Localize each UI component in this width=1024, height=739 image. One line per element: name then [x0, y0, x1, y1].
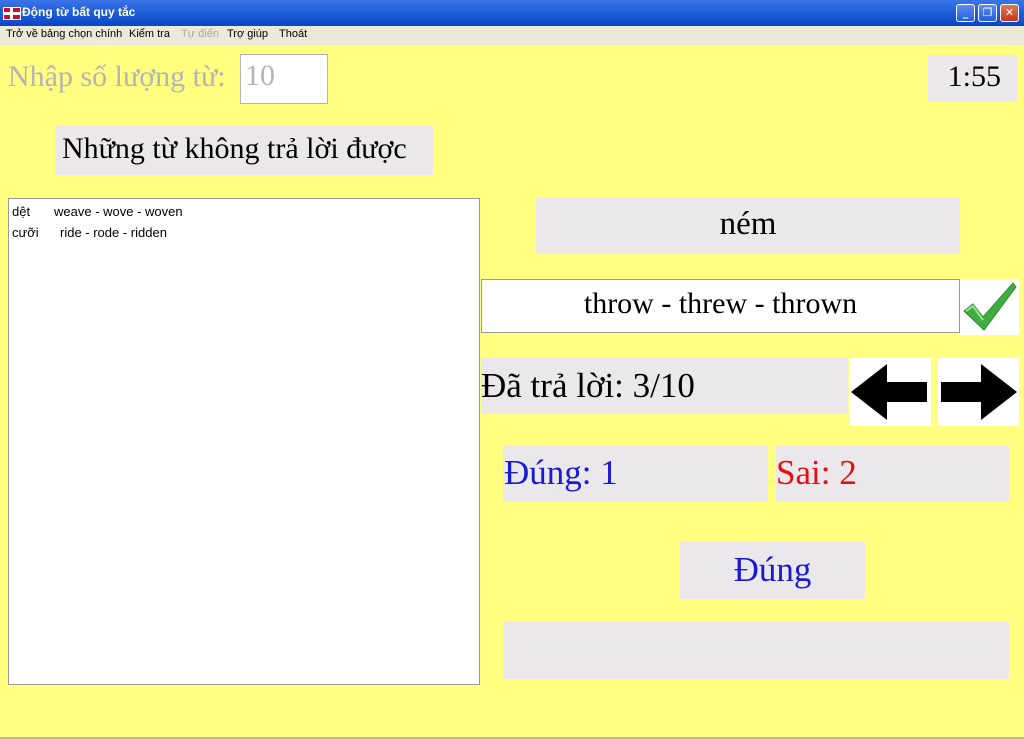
wrong-count-box: Sai: 2 [776, 446, 1009, 502]
menu-help[interactable]: Trợ giúp [227, 28, 268, 40]
progress-box: Đã trả lời: 3/10 [481, 358, 848, 414]
menu-dictionary[interactable]: Tự điển [181, 28, 219, 40]
next-button[interactable] [937, 358, 1019, 426]
list-item-english: ride - rode - ridden [60, 225, 167, 240]
list-item-vietnamese: dệt [12, 204, 31, 219]
unanswered-list[interactable]: dệt weave - wove - woven cưỡi ride - rod… [8, 198, 480, 685]
list-item[interactable]: cưỡi ride - rode - ridden [12, 225, 167, 240]
prompt-word: ném [719, 206, 777, 242]
answer-input[interactable]: throw - threw - thrown [481, 279, 960, 333]
result-box: Đúng [680, 542, 865, 599]
quantity-label: Nhập số lượng từ: [8, 60, 226, 93]
close-button[interactable]: ✕ [1000, 4, 1019, 22]
list-item-vietnamese: cưỡi [12, 225, 39, 240]
arrow-right-icon [941, 364, 1017, 420]
app-flag-icon [3, 7, 21, 20]
timer-value: 1:55 [947, 60, 1001, 93]
window-title: Động từ bất quy tắc [22, 5, 136, 19]
restore-button[interactable]: ❐ [978, 4, 997, 22]
menu-main-menu[interactable]: Trở về bảng chọn chính [6, 28, 122, 40]
check-button[interactable] [960, 279, 1019, 335]
title-bar: Động từ bất quy tắc _ ❐ ✕ [0, 0, 1024, 26]
quantity-input[interactable]: 10 [240, 54, 328, 104]
unanswered-heading-text: Những từ không trả lời được [62, 132, 407, 165]
previous-button[interactable] [849, 358, 931, 426]
progress-text: Đã trả lời: 3/10 [481, 366, 695, 405]
menu-test[interactable]: Kiểm tra [129, 28, 170, 40]
message-box [503, 622, 1009, 679]
unanswered-heading: Những từ không trả lời được [55, 126, 433, 175]
menu-bar: Trở về bảng chọn chính Kiểm tra Tự điển … [0, 26, 1024, 45]
arrow-left-icon [851, 364, 927, 420]
wrong-count: Sai: 2 [776, 453, 857, 492]
menu-exit[interactable]: Thoát [279, 28, 307, 40]
minimize-button[interactable]: _ [956, 4, 975, 22]
result-text: Đúng [733, 550, 812, 589]
correct-count: Đúng: 1 [504, 453, 618, 492]
list-item-english: weave - wove - woven [54, 204, 183, 219]
check-icon [963, 282, 1017, 331]
prompt-word-box: ném [536, 198, 960, 254]
list-item[interactable]: dệt weave - wove - woven [12, 204, 183, 219]
timer-display: 1:55 [928, 55, 1017, 102]
correct-count-box: Đúng: 1 [503, 446, 768, 502]
